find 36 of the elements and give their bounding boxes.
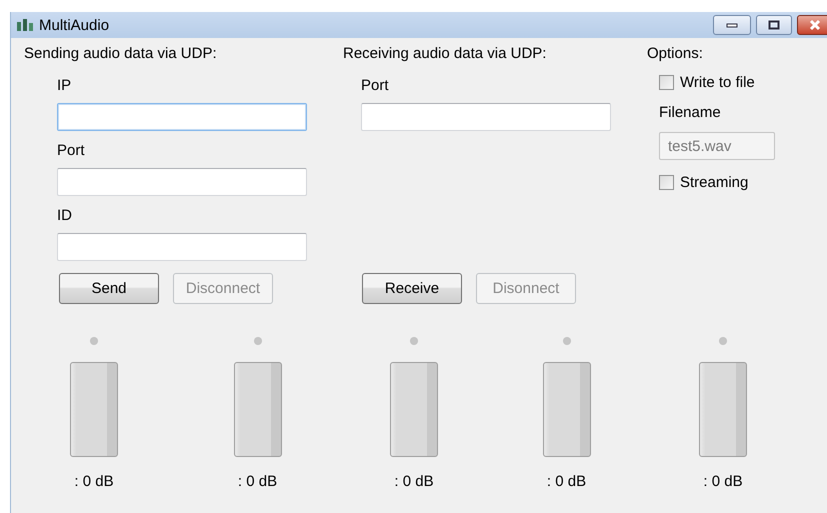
- push-button[interactable]: Send: [59, 273, 159, 304]
- window-title: MultiAudio: [39, 16, 110, 34]
- field-label: ID: [57, 207, 73, 225]
- indicator-dot-icon: [410, 337, 418, 345]
- section-heading: Options:: [647, 45, 704, 63]
- minimize-icon: [726, 22, 738, 28]
- field-label: Port: [361, 77, 390, 95]
- minimize-button[interactable]: [713, 15, 751, 35]
- close-button[interactable]: [797, 15, 827, 35]
- app-icon: [17, 19, 33, 31]
- level-reading: : 0 dB: [546, 473, 586, 490]
- maximize-icon: [768, 20, 780, 30]
- section-heading: Receiving audio data via UDP:: [343, 45, 548, 63]
- indicator-dot-icon: [254, 337, 262, 345]
- checkbox-label: Streaming: [680, 174, 748, 190]
- checkbox[interactable]: [659, 74, 674, 90]
- level-reading: : 0 dB: [74, 473, 114, 490]
- indicator-dot-icon: [90, 337, 98, 345]
- section-heading: Sending audio data via UDP:: [24, 45, 218, 63]
- level-reading: : 0 dB: [238, 473, 278, 490]
- push-button[interactable]: Receive: [362, 273, 462, 304]
- field-label: IP: [57, 77, 72, 95]
- checkbox[interactable]: [659, 174, 674, 190]
- indicator-dot-icon: [719, 337, 727, 345]
- text-field[interactable]: [57, 103, 307, 131]
- field-label: Port: [57, 142, 86, 160]
- level-reading: : 0 dB: [703, 473, 743, 490]
- level-reading: : 0 dB: [394, 473, 434, 490]
- checkbox-label: Write to file: [680, 74, 755, 90]
- field-label: Filename: [659, 104, 722, 122]
- text-field[interactable]: [57, 233, 307, 261]
- maximize-button[interactable]: [756, 15, 792, 35]
- text-field[interactable]: [57, 168, 307, 196]
- indicator-dot-icon: [562, 337, 570, 345]
- text-field[interactable]: [361, 103, 611, 131]
- close-icon: [808, 19, 822, 31]
